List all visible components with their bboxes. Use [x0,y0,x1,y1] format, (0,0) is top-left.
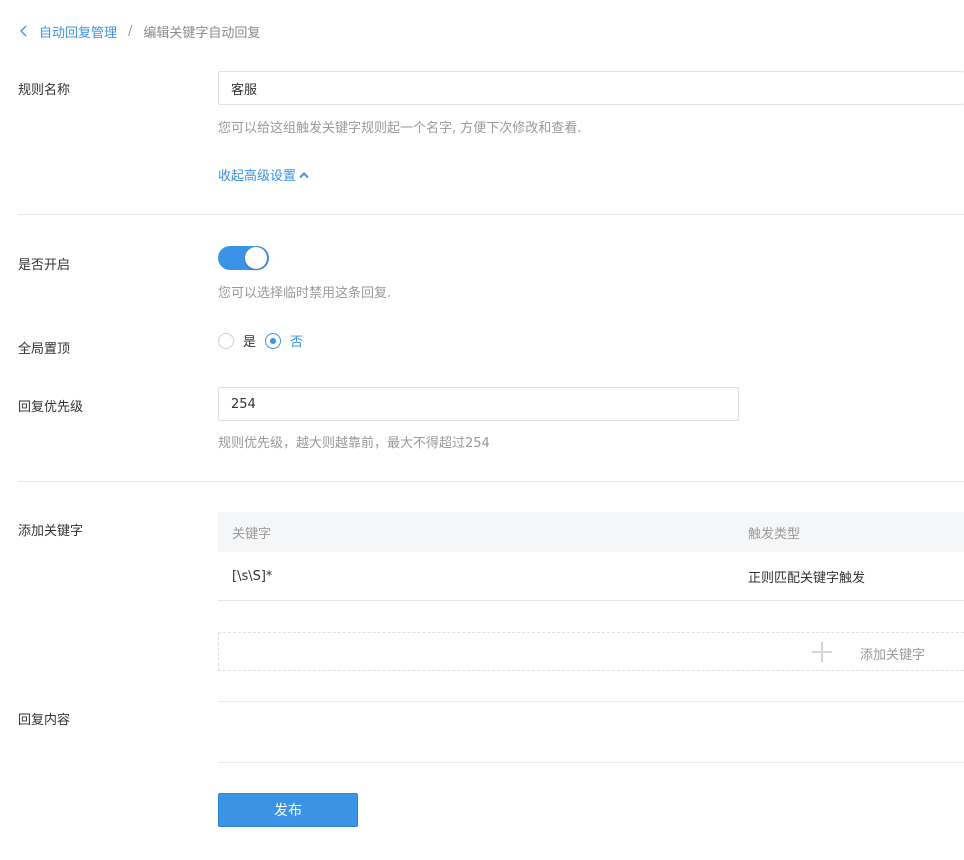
collapse-advanced-link[interactable]: 收起高级设置 [218,165,310,184]
priority-help: 规则优先级，越大则越靠前，最大不得超过254 [218,436,490,451]
priority-label: 回复优先级 [18,400,84,415]
breadcrumb-back-link[interactable]: 自动回复管理 [18,22,117,41]
keyword-cell: [\s\S]* [232,568,273,584]
priority-input[interactable] [218,387,739,421]
radio-circle-checked [265,332,282,349]
enabled-label: 是否开启 [18,258,71,273]
reply-content-label: 回复内容 [18,713,71,728]
reply-content-area[interactable] [218,701,964,763]
table-row[interactable]: [\s\S]* 正则匹配关键字触发 [218,552,964,601]
breadcrumb-current: 编辑关键字自动回复 [143,25,261,41]
publish-button[interactable]: 发布 [218,793,358,827]
pin-top-no-label: 否 [290,335,304,350]
breadcrumb: 自动回复管理 / 编辑关键字自动回复 [18,21,260,41]
pin-top-yes-label: 是 [243,335,257,350]
column-header-trigger-type: 触发类型 [748,526,801,542]
pin-top-yes-radio[interactable]: 是 [218,331,256,350]
plus-icon [812,642,832,662]
trigger-type-cell: 正则匹配关键字触发 [748,570,866,586]
enabled-help: 您可以选择临时禁用这条回复. [218,286,392,301]
keywords-label: 添加关键字 [18,524,84,539]
keywords-table: 关键字 触发类型 [\s\S]* 正则匹配关键字触发 [218,512,964,601]
pin-top-no-radio[interactable]: 否 [265,331,303,350]
enabled-toggle[interactable] [218,246,269,270]
chevron-up-icon [299,171,309,178]
pin-top-radio-group: 是 否 [218,331,312,350]
toggle-knob [245,247,267,269]
section-divider [18,214,964,215]
radio-circle [218,332,234,349]
breadcrumb-separator: / [128,23,133,39]
section-divider [18,481,964,482]
rule-name-label: 规则名称 [18,83,71,98]
edit-keyword-reply-page: 自动回复管理 / 编辑关键字自动回复 规则名称 您可以给这组触发关键字规则起一个… [0,0,964,860]
pin-top-label: 全局置顶 [18,342,71,357]
breadcrumb-parent: 自动回复管理 [39,25,118,41]
chevron-left-icon [20,25,27,37]
collapse-advanced-label: 收起高级设置 [218,169,297,184]
keywords-table-header: 关键字 触发类型 [218,512,964,552]
rule-name-help: 您可以给这组触发关键字规则起一个名字, 方便下次修改和查看. [218,121,582,136]
add-keyword-button[interactable]: 添加关键字 [218,632,964,671]
column-header-keyword: 关键字 [232,526,272,542]
rule-name-input[interactable] [218,71,964,105]
add-keyword-label: 添加关键字 [860,648,926,663]
